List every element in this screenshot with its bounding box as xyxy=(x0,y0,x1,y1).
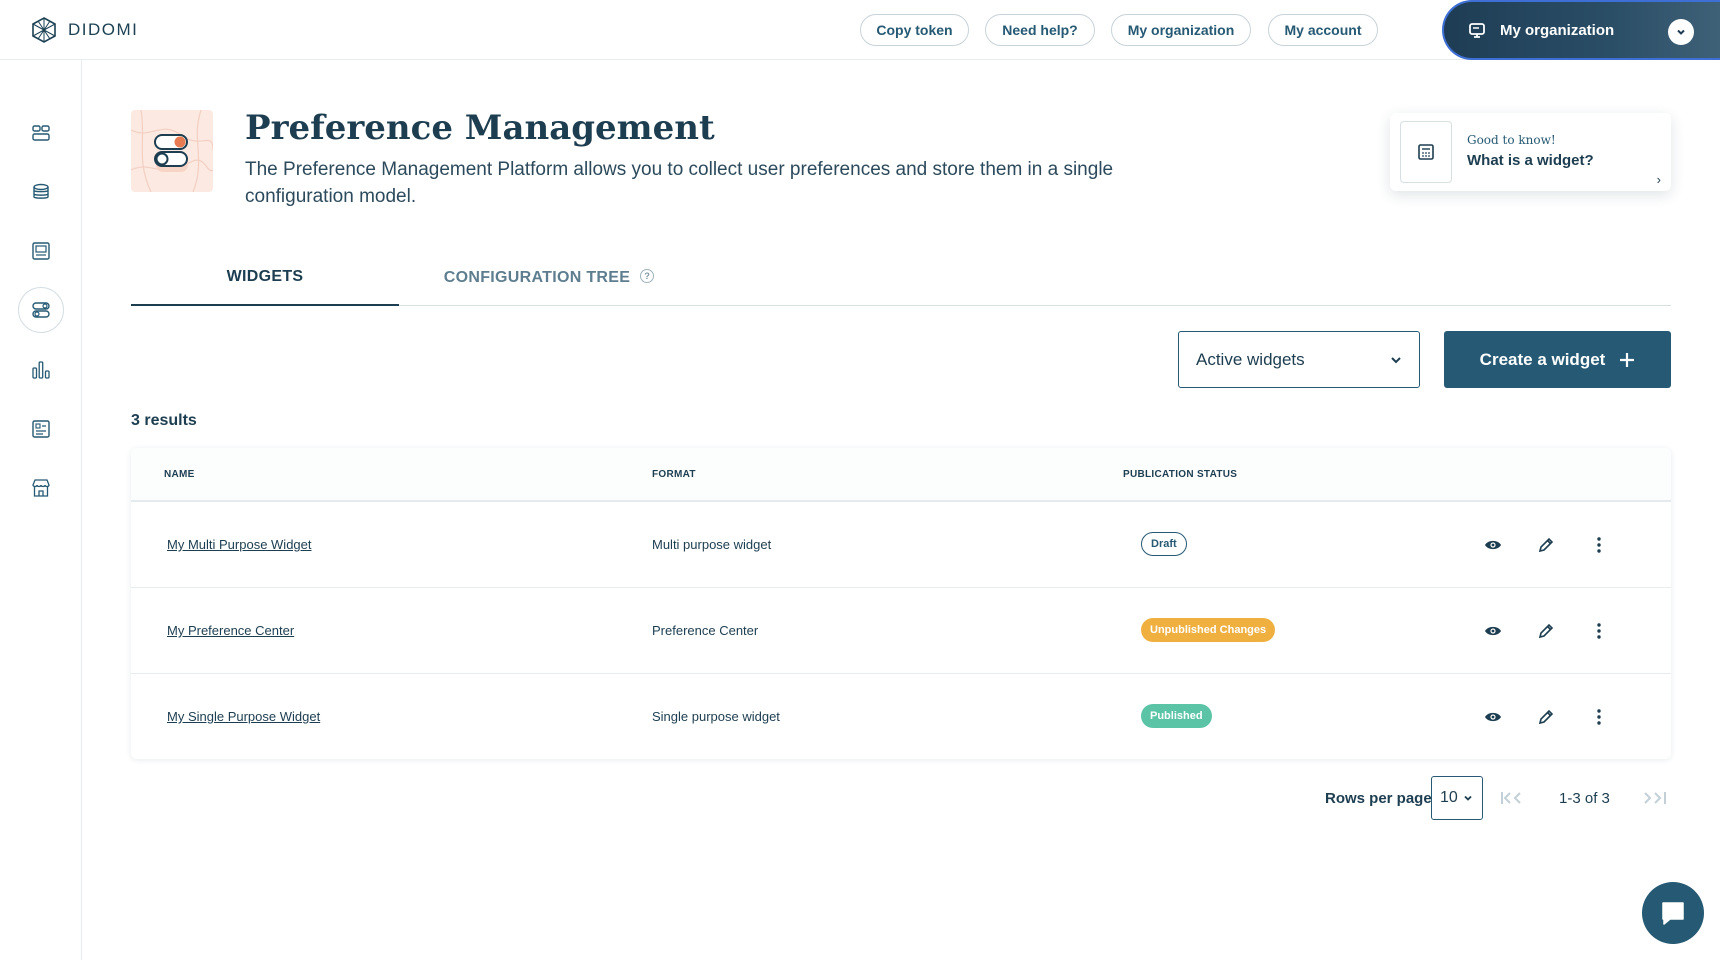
chevron-down-icon xyxy=(1464,795,1472,801)
sidebar-item-forms[interactable] xyxy=(18,406,64,452)
sidebar xyxy=(0,60,82,960)
status-badge: Published xyxy=(1141,704,1212,728)
help-question-icon[interactable]: ? xyxy=(640,269,655,283)
chevron-right-icon: › xyxy=(1656,172,1661,187)
sidebar-item-preference-management[interactable] xyxy=(18,287,64,333)
analytics-chart-icon xyxy=(32,361,50,379)
organization-selector-label: My organization xyxy=(1500,21,1615,39)
widgets-table: NAME FORMAT PUBLICATION STATUS My Multi … xyxy=(131,448,1671,759)
edit-pencil-icon[interactable] xyxy=(1534,533,1558,557)
widget-calculator-icon xyxy=(1418,144,1434,160)
status-badge: Draft xyxy=(1141,532,1187,556)
create-widget-label: Create a widget xyxy=(1479,349,1606,369)
didomi-logo-icon xyxy=(32,17,56,43)
edit-pencil-icon[interactable] xyxy=(1534,705,1558,729)
page-description: The Preference Management Platform allow… xyxy=(245,159,1114,207)
tab-bar: WIDGETS CONFIGURATION TREE ? xyxy=(131,250,1671,306)
column-header-format[interactable]: FORMAT xyxy=(652,469,696,480)
organization-selector[interactable]: My organization xyxy=(1442,0,1720,60)
need-help-button[interactable]: Need help? xyxy=(985,14,1095,46)
chevron-down-icon xyxy=(1668,19,1694,45)
sidebar-item-analytics[interactable] xyxy=(18,347,64,393)
my-account-button[interactable]: My account xyxy=(1268,14,1378,46)
tab-configuration-tree-label: CONFIGURATION TREE xyxy=(443,269,631,286)
column-header-name[interactable]: NAME xyxy=(164,469,195,480)
table-header: NAME FORMAT PUBLICATION STATUS xyxy=(131,448,1671,502)
copy-token-button[interactable]: Copy token xyxy=(860,14,969,46)
table-row: My Preference Center Preference Center U… xyxy=(131,588,1671,674)
widget-format: Preference Center xyxy=(652,623,759,638)
preview-eye-icon[interactable] xyxy=(1481,619,1505,643)
chat-bubble-icon xyxy=(1662,902,1684,925)
create-widget-button[interactable]: Create a widget xyxy=(1444,331,1671,388)
tip-eyebrow: Good to know! xyxy=(1467,133,1556,147)
table-row: My Multi Purpose Widget Multi purpose wi… xyxy=(131,502,1671,588)
widget-status-filter-value: Active widgets xyxy=(1196,349,1305,369)
page-title: Preference Management xyxy=(245,108,715,148)
widget-status-filter[interactable]: Active widgets xyxy=(1178,331,1420,388)
preference-toggle-icon xyxy=(32,302,50,318)
consent-notice-icon xyxy=(32,242,50,260)
tab-widgets[interactable]: WIDGETS xyxy=(131,250,399,306)
status-badge: Unpublished Changes xyxy=(1141,618,1276,642)
column-header-status[interactable]: PUBLICATION STATUS xyxy=(1123,469,1237,480)
widget-name-link[interactable]: My Multi Purpose Widget xyxy=(167,537,312,552)
chevron-down-icon xyxy=(1391,357,1401,364)
monitor-icon xyxy=(1469,23,1485,38)
sidebar-item-marketplace[interactable] xyxy=(18,465,64,511)
sidebar-item-database[interactable] xyxy=(18,169,64,215)
database-icon xyxy=(33,183,49,199)
my-organization-button[interactable]: My organization xyxy=(1111,14,1251,46)
more-options-icon[interactable] xyxy=(1587,619,1611,643)
results-count: 3 results xyxy=(131,412,197,429)
sidebar-item-consent-notices[interactable] xyxy=(18,228,64,274)
more-options-icon[interactable] xyxy=(1587,705,1611,729)
tip-title: What is a widget? xyxy=(1467,152,1594,169)
didomi-logo[interactable]: DIDOMI xyxy=(30,16,138,44)
form-list-icon xyxy=(32,420,50,438)
widget-format: Single purpose widget xyxy=(652,709,780,724)
sidebar-item-dashboard[interactable] xyxy=(18,110,64,156)
page-range: 1-3 of 3 xyxy=(1559,789,1610,807)
top-bar: DIDOMI Copy token Need help? My organiza… xyxy=(0,0,1720,60)
tip-icon-box xyxy=(1400,121,1452,183)
widget-name-link[interactable]: My Preference Center xyxy=(167,623,294,638)
plus-icon xyxy=(1620,352,1635,367)
tab-configuration-tree[interactable]: CONFIGURATION TREE ? xyxy=(399,250,699,306)
good-to-know-card[interactable]: Good to know! What is a widget? › xyxy=(1390,113,1671,191)
chat-support-button[interactable] xyxy=(1642,882,1704,944)
dashboard-icon xyxy=(32,125,50,141)
preview-eye-icon[interactable] xyxy=(1481,533,1505,557)
rows-per-page-select[interactable]: 10 xyxy=(1431,776,1483,820)
edit-pencil-icon[interactable] xyxy=(1534,619,1558,643)
last-page-icon[interactable] xyxy=(1642,776,1670,820)
table-row: My Single Purpose Widget Single purpose … xyxy=(131,674,1671,759)
rows-per-page-value: 10 xyxy=(1440,789,1458,806)
more-options-icon[interactable] xyxy=(1587,533,1611,557)
rows-per-page-label: Rows per page xyxy=(1325,789,1432,807)
widget-format: Multi purpose widget xyxy=(652,537,772,552)
preview-eye-icon[interactable] xyxy=(1481,705,1505,729)
widget-name-link[interactable]: My Single Purpose Widget xyxy=(167,709,320,724)
brand-name: DIDOMI xyxy=(68,20,139,39)
preference-management-illustration xyxy=(131,110,213,192)
marketplace-store-icon xyxy=(32,479,50,497)
first-page-icon[interactable] xyxy=(1499,776,1527,820)
tab-widgets-label: WIDGETS xyxy=(226,268,304,285)
